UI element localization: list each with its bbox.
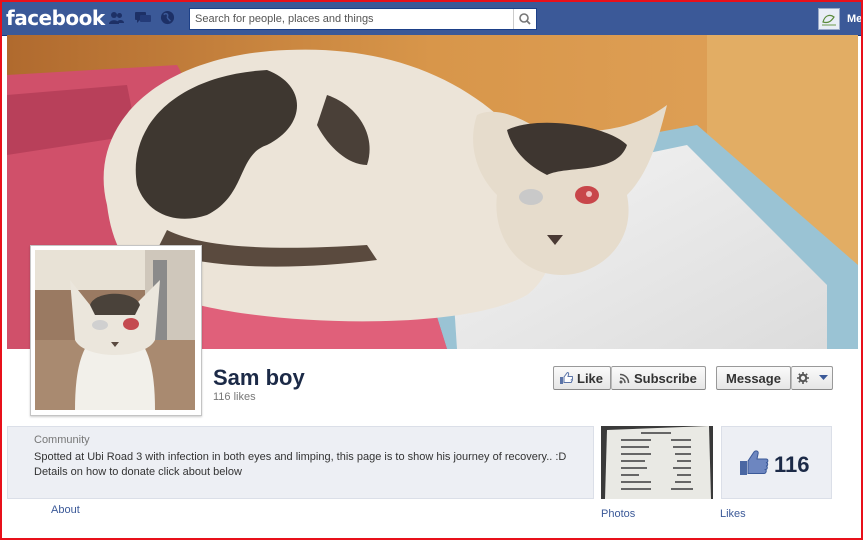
page-category: Community xyxy=(34,434,90,446)
profile-picture[interactable] xyxy=(30,245,202,416)
top-bar: facebook Me xyxy=(2,2,862,36)
about-box: Community Spotted at Ubi Road 3 with inf… xyxy=(7,426,594,499)
likes-link[interactable]: Likes xyxy=(720,508,746,520)
page-description: Spotted at Ubi Road 3 with infection in … xyxy=(34,451,567,478)
page-likes-count: 116 likes xyxy=(213,391,256,403)
user-avatar[interactable] xyxy=(818,8,840,30)
about-link[interactable]: About xyxy=(51,504,80,516)
like-button-label: Like xyxy=(577,370,604,386)
search-box xyxy=(189,8,537,30)
friend-requests-icon[interactable] xyxy=(108,11,124,25)
user-name-link[interactable]: Me xyxy=(847,13,862,25)
messages-icon[interactable] xyxy=(135,11,151,25)
facebook-logo[interactable]: facebook xyxy=(6,6,105,30)
settings-dropdown-button[interactable] xyxy=(791,366,833,390)
likes-app-box[interactable]: 116 xyxy=(721,426,832,499)
chevron-down-icon xyxy=(818,375,828,380)
photos-thumbnail[interactable] xyxy=(601,426,713,499)
search-icon xyxy=(519,13,531,25)
notifications-globe-icon[interactable] xyxy=(160,10,175,25)
photos-link[interactable]: Photos xyxy=(601,508,635,520)
likes-count: 116 xyxy=(774,452,810,477)
like-button[interactable]: Like xyxy=(553,366,611,390)
subscribe-button[interactable]: Subscribe xyxy=(611,366,706,390)
rss-icon xyxy=(619,373,630,383)
message-button-label: Message xyxy=(726,370,781,386)
page-title: Sam boy xyxy=(213,365,305,390)
thumbs-up-icon xyxy=(740,450,769,475)
gear-icon xyxy=(796,372,809,384)
subscribe-button-label: Subscribe xyxy=(634,370,697,386)
thumbs-up-icon xyxy=(560,372,573,384)
message-button[interactable]: Message xyxy=(716,366,791,390)
search-input[interactable] xyxy=(190,9,515,29)
search-button[interactable] xyxy=(513,9,536,29)
